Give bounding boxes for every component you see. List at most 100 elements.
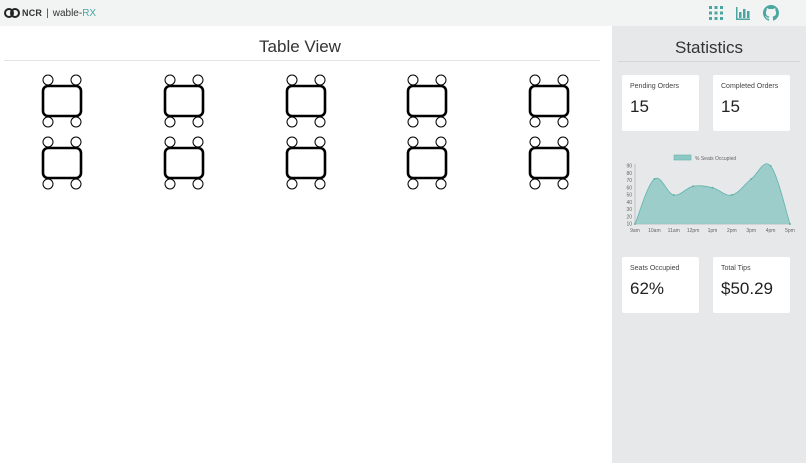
x-tick-label: 1pm (708, 228, 718, 234)
y-tick-label: 70 (626, 178, 632, 184)
data-point (711, 186, 714, 189)
table-top[interactable] (528, 146, 570, 180)
y-tick-label: 20 (626, 214, 632, 220)
chair[interactable] (557, 178, 569, 190)
chair[interactable] (529, 136, 541, 148)
x-tick-label: 5pm (785, 228, 795, 234)
y-tick-label: 90 (626, 164, 632, 170)
table-top[interactable] (163, 84, 205, 118)
github-icon[interactable] (763, 5, 779, 21)
chair[interactable] (529, 116, 541, 128)
chair[interactable] (286, 74, 298, 86)
chair[interactable] (192, 178, 204, 190)
table-top[interactable] (406, 84, 448, 118)
table-top[interactable] (285, 146, 327, 180)
pending-orders-label: Pending Orders (630, 83, 680, 90)
seats-occupied-card: Seats Occupied 62% (622, 257, 699, 313)
data-point (769, 165, 772, 167)
dining-table[interactable] (41, 74, 83, 128)
chair[interactable] (557, 116, 569, 128)
chair[interactable] (407, 136, 419, 148)
chair[interactable] (314, 116, 326, 128)
table-top[interactable] (285, 84, 327, 118)
chair[interactable] (164, 178, 176, 190)
chair[interactable] (286, 136, 298, 148)
chair[interactable] (42, 74, 54, 86)
chair[interactable] (407, 178, 419, 190)
chair[interactable] (192, 136, 204, 148)
bar-chart-icon[interactable] (735, 5, 751, 21)
chair[interactable] (557, 74, 569, 86)
chair[interactable] (435, 74, 447, 86)
seats-occupied-label: Seats Occupied (630, 265, 680, 272)
chair[interactable] (286, 116, 298, 128)
dining-table[interactable] (285, 136, 327, 190)
chair[interactable] (435, 116, 447, 128)
pending-orders-card: Pending Orders 15 (622, 75, 699, 131)
y-tick-label: 60 (626, 185, 632, 191)
x-tick-label: 12pm (687, 228, 700, 234)
chair[interactable] (314, 178, 326, 190)
table-top[interactable] (406, 146, 448, 180)
dining-table[interactable] (528, 136, 570, 190)
chair[interactable] (70, 74, 82, 86)
chair[interactable] (529, 178, 541, 190)
table-top[interactable] (163, 146, 205, 180)
dining-table[interactable] (528, 74, 570, 128)
chair[interactable] (70, 116, 82, 128)
chair[interactable] (435, 178, 447, 190)
chair[interactable] (192, 74, 204, 86)
data-point (750, 178, 753, 181)
chair[interactable] (164, 116, 176, 128)
table-layout (0, 0, 610, 200)
chair[interactable] (435, 136, 447, 148)
grid-icon[interactable] (708, 5, 724, 21)
chair[interactable] (42, 136, 54, 148)
dining-table[interactable] (285, 74, 327, 128)
chair[interactable] (70, 178, 82, 190)
completed-orders-label: Completed Orders (721, 83, 779, 90)
y-tick-label: 30 (626, 207, 632, 213)
chair[interactable] (70, 136, 82, 148)
tables-canvas (41, 74, 570, 190)
chair[interactable] (529, 74, 541, 86)
total-tips-label: Total Tips (721, 265, 751, 272)
y-tick-label: 40 (626, 200, 632, 206)
chair[interactable] (557, 136, 569, 148)
table-top[interactable] (528, 84, 570, 118)
y-tick-label: 80 (626, 171, 632, 177)
chair[interactable] (192, 116, 204, 128)
completed-orders-card: Completed Orders 15 (713, 75, 790, 131)
chair[interactable] (164, 74, 176, 86)
seats-area-fill (635, 163, 790, 224)
chair[interactable] (42, 116, 54, 128)
x-tick-label: 11am (668, 228, 680, 234)
chair[interactable] (314, 136, 326, 148)
total-tips-value: $50.29 (721, 279, 773, 298)
chair[interactable] (286, 178, 298, 190)
legend-swatch (673, 154, 692, 161)
data-point (672, 194, 675, 196)
y-tick-label: 10 (626, 222, 632, 228)
dining-table[interactable] (406, 136, 448, 190)
dining-table[interactable] (41, 136, 83, 190)
data-point (653, 178, 656, 181)
seats-chart-canvas: % Seats Occupied 10 20304050 60708090 9am 10a… (626, 154, 795, 234)
dining-table[interactable] (163, 74, 205, 128)
chair[interactable] (164, 136, 176, 148)
total-tips-card: Total Tips $50.29 (713, 257, 790, 313)
x-tick-label: 2pm (727, 228, 737, 234)
dining-table[interactable] (163, 136, 205, 190)
chair[interactable] (314, 74, 326, 86)
dining-table[interactable] (406, 74, 448, 128)
statistics-sidebar: Statistics Pending Orders 15 Completed O… (612, 26, 806, 463)
chair[interactable] (42, 178, 54, 190)
chair[interactable] (407, 74, 419, 86)
completed-orders-value: 15 (721, 97, 740, 116)
statistics-title: Statistics (674, 38, 744, 57)
x-tick-label: 9am (630, 228, 640, 234)
x-tick-label: 4pm (766, 228, 776, 234)
chair[interactable] (407, 116, 419, 128)
table-top[interactable] (41, 84, 83, 118)
table-top[interactable] (41, 146, 83, 180)
